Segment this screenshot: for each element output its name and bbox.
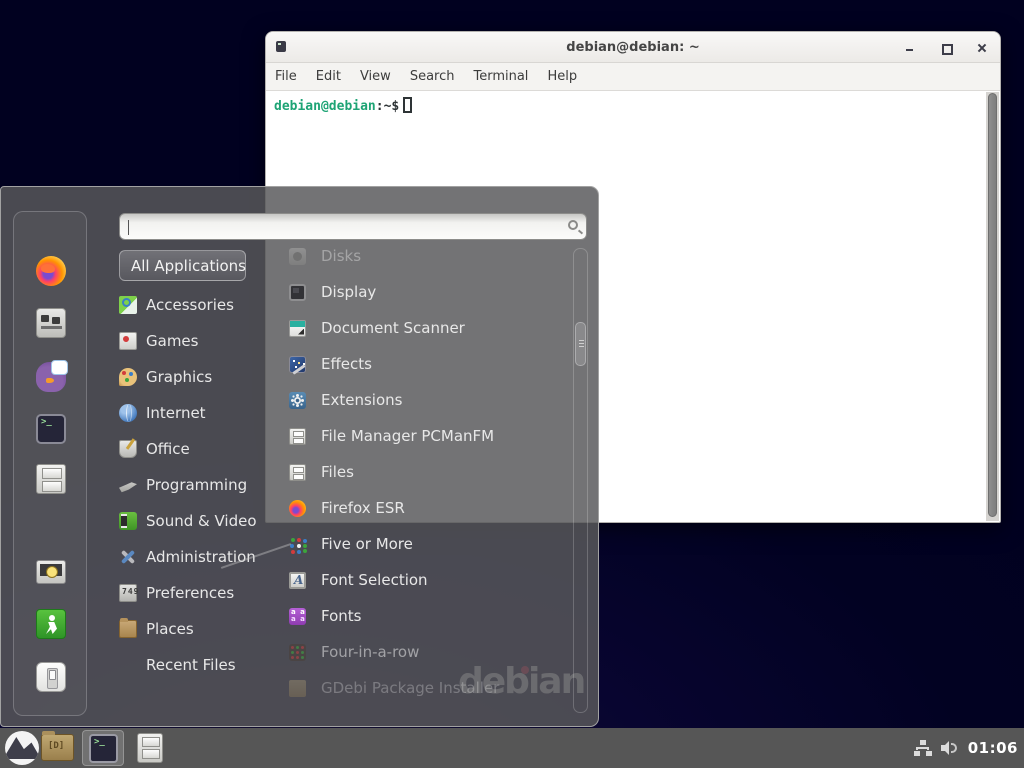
menu-search[interactable]: Search	[410, 69, 455, 84]
app-four-in-a-row[interactable]: Four-in-a-row	[289, 634, 567, 670]
category-list: Accessories Games Graphics Internet Offi…	[119, 287, 289, 683]
category-sound-video[interactable]: Sound & Video	[119, 503, 289, 539]
taskbar-terminal-icon	[89, 734, 118, 763]
firefox-launcher-icon[interactable]	[36, 256, 66, 286]
category-office[interactable]: Office	[119, 431, 289, 467]
display-icon	[289, 284, 306, 301]
prompt-path: :~$	[376, 99, 399, 114]
shutdown-icon[interactable]	[36, 662, 66, 692]
file-manager-icon	[289, 428, 306, 445]
programming-icon	[119, 476, 137, 494]
all-applications-button[interactable]: All Applications	[119, 250, 246, 281]
app-document-scanner[interactable]: Document Scanner	[289, 310, 567, 346]
search-text-caret	[128, 220, 129, 235]
terminal-menubar: File Edit View Search Terminal Help	[266, 63, 1000, 91]
terminal-titlebar[interactable]: debian@debian: ~	[266, 32, 1000, 63]
menu-edit[interactable]: Edit	[316, 69, 341, 84]
category-accessories[interactable]: Accessories	[119, 287, 289, 323]
terminal-window-title: debian@debian: ~	[566, 40, 699, 55]
category-programming[interactable]: Programming	[119, 467, 289, 503]
terminal-launcher-icon[interactable]	[36, 414, 66, 444]
app-list-scrollbar-thumb[interactable]	[575, 322, 586, 366]
log-out-icon[interactable]	[36, 609, 66, 639]
application-menu: All Applications Accessories Games Graph…	[0, 186, 599, 727]
taskbar-file-cabinet-icon[interactable]	[137, 733, 163, 763]
menu-view[interactable]: View	[360, 69, 391, 84]
app-fonts[interactable]: Fonts	[289, 598, 567, 634]
games-icon	[119, 332, 137, 350]
font-selection-icon	[289, 572, 306, 589]
app-font-selection[interactable]: Font Selection	[289, 562, 567, 598]
app-list-scrollbar[interactable]	[573, 248, 588, 713]
menu-help[interactable]: Help	[547, 69, 577, 84]
taskbar-terminal-active-tile[interactable]	[82, 730, 124, 766]
category-internet[interactable]: Internet	[119, 395, 289, 431]
app-gdebi-package-installer[interactable]: GDebi Package Installer	[289, 670, 567, 706]
four-in-a-row-icon	[289, 644, 306, 661]
app-effects[interactable]: Effects	[289, 346, 567, 382]
shell-prompt: debian@debian:~$	[274, 97, 412, 114]
category-games[interactable]: Games	[119, 323, 289, 359]
terminal-scrollbar-thumb[interactable]	[988, 93, 997, 517]
extensions-icon	[289, 392, 306, 409]
graphics-icon	[119, 368, 137, 386]
file-manager-launcher-icon[interactable]	[36, 464, 66, 494]
app-display[interactable]: Display	[289, 274, 567, 310]
office-icon	[119, 440, 137, 458]
taskbar-folder-icon[interactable]	[41, 734, 74, 761]
terminal-app-icon	[276, 41, 286, 52]
terminal-scrollbar[interactable]	[986, 92, 999, 521]
internet-icon	[119, 404, 137, 422]
prompt-user-host: debian@debian	[274, 99, 376, 114]
app-extensions[interactable]: Extensions	[289, 382, 567, 418]
taskbar: 01:06	[0, 728, 1024, 768]
menu-terminal[interactable]: Terminal	[473, 69, 528, 84]
accessories-icon	[119, 296, 137, 314]
category-preferences[interactable]: Preferences	[119, 575, 289, 611]
places-icon	[119, 620, 137, 638]
system-tray: 01:06	[914, 728, 1018, 768]
application-list: Disks Display Document Scanner Effects E…	[289, 238, 567, 706]
preferences-icon	[119, 584, 137, 602]
network-icon[interactable]	[914, 740, 932, 756]
search-icon	[568, 220, 578, 230]
effects-icon	[289, 356, 306, 373]
app-five-or-more[interactable]: Five or More	[289, 526, 567, 562]
close-icon[interactable]	[976, 42, 988, 54]
category-recent-files[interactable]: Recent Files	[119, 647, 289, 683]
app-firefox-esr[interactable]: Firefox ESR	[289, 490, 567, 526]
pidgin-launcher-icon[interactable]	[36, 362, 66, 392]
menu-button[interactable]	[5, 731, 39, 765]
lock-screen-icon[interactable]	[36, 560, 66, 584]
settings-launcher-icon[interactable]	[36, 308, 66, 338]
terminal-cursor	[403, 97, 412, 113]
gdebi-icon	[289, 680, 306, 697]
app-files[interactable]: Files	[289, 454, 567, 490]
firefox-icon	[289, 500, 306, 517]
app-disks[interactable]: Disks	[289, 238, 567, 274]
fonts-icon	[289, 608, 306, 625]
minimize-icon[interactable]	[904, 42, 916, 54]
app-file-manager-pcmanfm[interactable]: File Manager PCManFM	[289, 418, 567, 454]
volume-icon[interactable]	[941, 740, 959, 756]
files-icon	[289, 464, 306, 481]
administration-icon	[119, 548, 137, 566]
disks-icon	[289, 248, 306, 265]
category-administration[interactable]: Administration	[119, 539, 289, 575]
menu-favorites-sidebar	[13, 211, 87, 716]
menu-search-input[interactable]	[119, 213, 587, 240]
sound-video-icon	[119, 512, 137, 530]
category-graphics[interactable]: Graphics	[119, 359, 289, 395]
taskbar-clock[interactable]: 01:06	[968, 739, 1018, 757]
maximize-icon[interactable]	[940, 42, 952, 54]
category-places[interactable]: Places	[119, 611, 289, 647]
document-scanner-icon	[289, 320, 306, 337]
menu-file[interactable]: File	[275, 69, 297, 84]
five-or-more-icon	[289, 536, 306, 553]
